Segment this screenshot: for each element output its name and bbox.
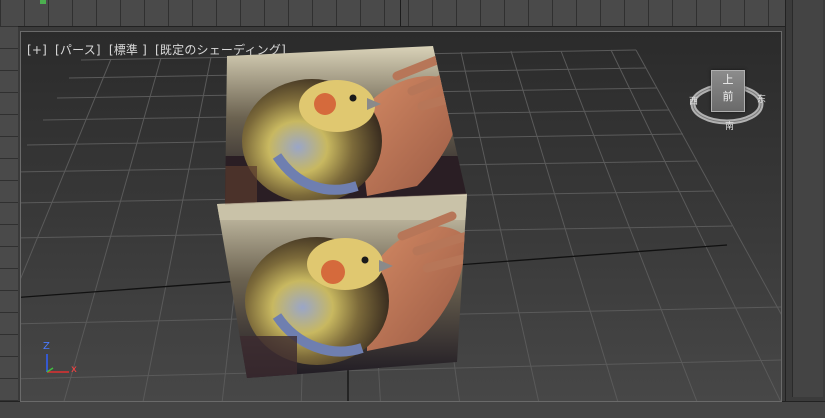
perspective-viewport[interactable]: [+] [パース] [標準 ] [既定のシェーディング] 上 前 西 东 南 Z… bbox=[20, 31, 782, 402]
z-axis-label: Z bbox=[43, 341, 50, 352]
viewport-quality-menu[interactable]: [標準 ] bbox=[109, 43, 147, 57]
x-axis-label: x bbox=[71, 364, 77, 375]
viewcube-top-label: 上 bbox=[722, 73, 734, 86]
viewport-pov-menu[interactable]: [パース] bbox=[55, 43, 101, 57]
top-viewport-strip[interactable] bbox=[0, 0, 785, 27]
viewcube-front-label: 前 bbox=[722, 90, 734, 103]
textured-box[interactable] bbox=[217, 46, 468, 378]
compass-east[interactable]: 东 bbox=[757, 92, 766, 105]
right-panel bbox=[785, 0, 825, 401]
viewport-plus-menu[interactable]: [+] bbox=[27, 43, 47, 57]
left-viewport-strip[interactable] bbox=[0, 26, 18, 401]
viewport-divider[interactable] bbox=[400, 0, 401, 26]
compass-west[interactable]: 西 bbox=[689, 94, 698, 107]
textured-box-render bbox=[217, 46, 468, 378]
compass-south[interactable]: 南 bbox=[725, 119, 734, 132]
y-axis-marker bbox=[40, 0, 46, 4]
right-panel-scroll[interactable] bbox=[792, 0, 823, 397]
axis-tripod: Z x bbox=[43, 341, 83, 378]
viewcube-face[interactable]: 上 前 bbox=[711, 70, 745, 112]
bottom-status-bar bbox=[0, 401, 825, 418]
viewcube[interactable]: 上 前 西 东 南 bbox=[689, 64, 769, 164]
